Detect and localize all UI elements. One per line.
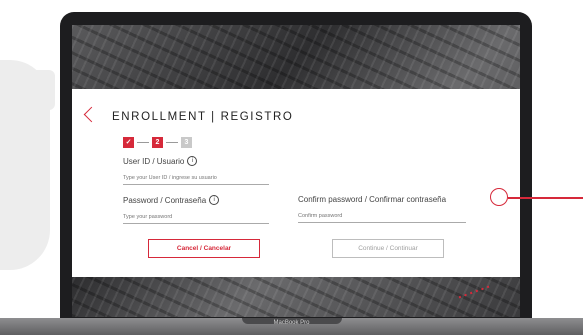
cancel-button[interactable]: Cancel / Cancelar (148, 239, 260, 258)
step-1: ✓ (123, 136, 134, 148)
user-id-label: User ID / Usuario (123, 156, 185, 166)
chevron-left-icon[interactable] (83, 106, 100, 123)
confirm-password-field-group: Confirm password / Confirmar contraseña (298, 195, 466, 223)
password-input[interactable] (123, 213, 269, 224)
enrollment-panel: ENROLLMENT | REGISTRO ✓ 2 3 User ID / Us… (72, 89, 520, 277)
step-indicator: ✓ 2 3 (123, 136, 192, 148)
password-field-group: Password / Contraseña i (123, 195, 269, 224)
laptop-screen: ENROLLMENT | REGISTRO ✓ 2 3 User ID / Us… (72, 25, 520, 317)
password-label: Password / Contraseña (123, 195, 207, 205)
background-number-shape-top (0, 70, 55, 110)
step-2: 2 (152, 136, 163, 148)
info-icon[interactable]: i (187, 156, 198, 166)
step-3: 3 (181, 136, 192, 148)
laptop-brand-label: MacBook Pro (273, 320, 310, 326)
user-id-input[interactable] (123, 174, 269, 185)
continue-button[interactable]: Continue / Continuar (332, 239, 444, 258)
info-icon[interactable]: i (209, 195, 220, 205)
callout-marker (490, 188, 508, 206)
confirm-password-input[interactable] (298, 212, 466, 223)
page-title: ENROLLMENT | REGISTRO (112, 111, 294, 123)
step-connector (166, 141, 178, 143)
step-connector (137, 141, 149, 143)
user-id-field-group: User ID / Usuario i (123, 156, 269, 185)
laptop-frame: ENROLLMENT | REGISTRO ✓ 2 3 User ID / Us… (60, 12, 532, 330)
callout-line (508, 197, 583, 199)
confirm-password-label: Confirm password / Confirmar contraseña (298, 195, 447, 204)
